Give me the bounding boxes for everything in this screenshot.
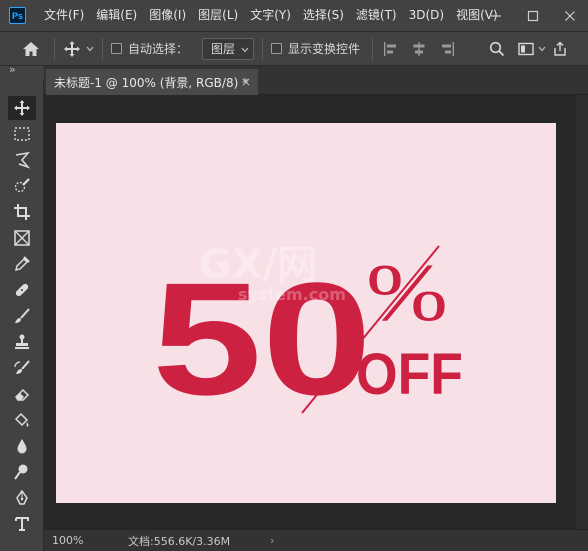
workspace-icon[interactable] [518, 42, 534, 56]
sale-artwork: 50 % OFF GX/网 system.com [152, 242, 463, 428]
blur-icon[interactable] [8, 434, 36, 458]
menu-bar: Ps 文件(F) 编辑(E) 图像(I) 图层(L) 文字(Y) 选择(S) 滤… [0, 0, 588, 31]
options-bar: 自动选择： 图层 显示变换控件 [0, 31, 588, 66]
photoshop-logo[interactable]: Ps [9, 7, 26, 24]
quick-select-icon[interactable] [8, 174, 36, 198]
close-icon[interactable] [551, 0, 588, 31]
canvas-workspace: 50 % OFF GX/网 system.com [44, 95, 588, 529]
show-transform-label: 显示变换控件 [288, 42, 361, 56]
document-tab-title: 未标题-1 @ 100% (背景, RGB/8) * [54, 75, 249, 90]
toolbar-expand-icon[interactable]: » [9, 63, 16, 76]
main-menu: 文件(F) 编辑(E) 图像(I) 图层(L) 文字(Y) 选择(S) 滤镜(T… [38, 0, 504, 31]
chevron-down-icon[interactable] [86, 46, 94, 52]
auto-select-label: 自动选择： [128, 42, 189, 56]
menu-3d[interactable]: 3D(D) [403, 0, 450, 31]
maximize-icon[interactable] [514, 0, 551, 31]
align-center-icon[interactable] [411, 41, 427, 57]
chevron-down-icon[interactable] [538, 46, 546, 52]
eyedropper-icon[interactable] [8, 252, 36, 276]
dodge-icon[interactable] [8, 460, 36, 484]
eraser-icon[interactable] [8, 382, 36, 406]
lasso-icon[interactable] [8, 148, 36, 172]
menu-file[interactable]: 文件(F) [38, 0, 90, 31]
toolbar-header: » [0, 63, 44, 80]
type-icon[interactable] [8, 512, 36, 536]
menu-type[interactable]: 文字(Y) [244, 0, 297, 31]
menu-layer[interactable]: 图层(L) [192, 0, 244, 31]
menu-image[interactable]: 图像(I) [143, 0, 192, 31]
layer-dropdown[interactable]: 图层 [202, 37, 255, 60]
show-transform-option[interactable]: 显示变换控件 [271, 40, 360, 57]
paint-bucket-icon[interactable] [8, 408, 36, 432]
menu-edit[interactable]: 编辑(E) [90, 0, 143, 31]
status-bar: 100% 文档:556.6K/3.36M › [44, 529, 588, 551]
watermark-bottom: system.com [238, 285, 346, 304]
search-icon[interactable] [489, 41, 505, 57]
align-left-icon[interactable] [383, 41, 399, 57]
tab-close-icon[interactable]: × [241, 75, 251, 89]
rectangular-marquee-icon[interactable] [8, 122, 36, 146]
minimize-icon[interactable] [477, 0, 514, 31]
zoom-level[interactable]: 100% [44, 534, 102, 547]
document-tab-bar: 未标题-1 @ 100% (背景, RGB/8) * × [44, 66, 588, 95]
menu-filter[interactable]: 滤镜(T) [350, 0, 403, 31]
layer-dropdown-value: 图层 [211, 42, 236, 56]
vertical-scrollbar[interactable] [576, 95, 588, 529]
brush-icon[interactable] [8, 304, 36, 328]
status-menu-arrow-icon[interactable]: › [270, 534, 274, 547]
move-tool-preset-icon[interactable] [63, 40, 81, 58]
home-icon[interactable] [22, 41, 40, 57]
chevron-down-icon [241, 42, 249, 56]
history-brush-icon[interactable] [8, 356, 36, 380]
auto-select-option[interactable]: 自动选择： [111, 40, 188, 57]
document-canvas[interactable]: 50 % OFF GX/网 system.com [56, 123, 556, 503]
menu-select[interactable]: 选择(S) [297, 0, 350, 31]
window-controls [477, 0, 588, 31]
frame-icon[interactable] [8, 226, 36, 250]
tools-panel [0, 80, 44, 551]
document-info[interactable]: 文档:556.6K/3.36M [102, 533, 230, 549]
document-tab[interactable]: 未标题-1 @ 100% (背景, RGB/8) * × [46, 69, 258, 95]
watermark-top: GX/网 [199, 242, 317, 288]
healing-brush-icon[interactable] [8, 278, 36, 302]
artwork-percent-sign: % [366, 247, 448, 338]
pen-icon[interactable] [8, 486, 36, 510]
artwork-off-text: OFF [356, 342, 463, 407]
move-tool-icon[interactable] [8, 96, 36, 120]
auto-select-checkbox[interactable] [111, 43, 122, 54]
crop-icon[interactable] [8, 200, 36, 224]
align-right-icon[interactable] [439, 41, 455, 57]
clone-stamp-icon[interactable] [8, 330, 36, 354]
share-icon[interactable] [552, 41, 568, 57]
show-transform-checkbox[interactable] [271, 43, 283, 54]
